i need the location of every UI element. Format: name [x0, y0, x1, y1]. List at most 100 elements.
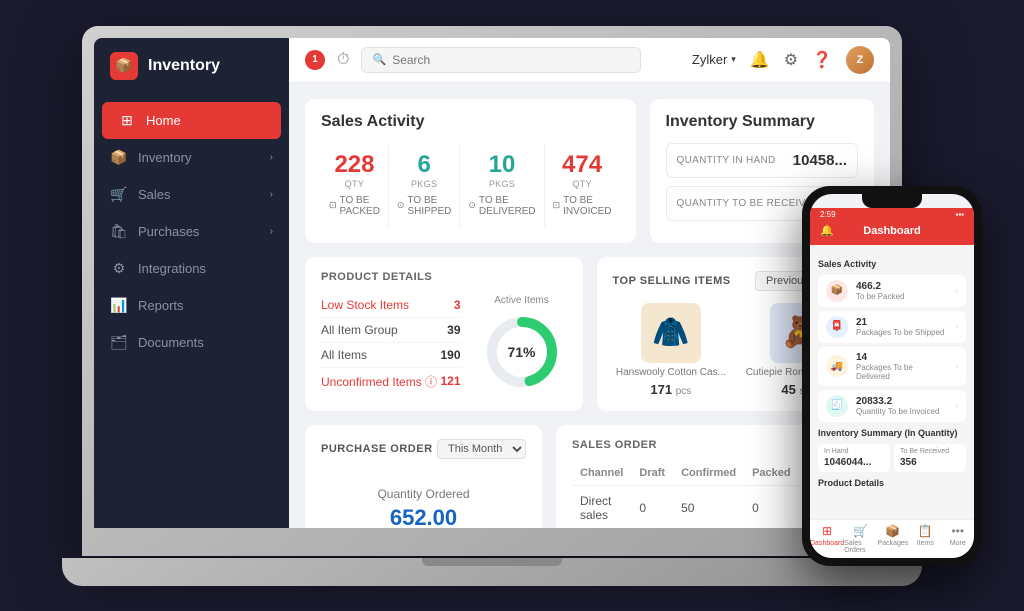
- sidebar-item-home[interactable]: ⊞ Home: [102, 102, 281, 139]
- phone-stat-packed: 📦 466.2 To be Packed ›: [818, 275, 966, 307]
- phone-deliver-icon: 🚚: [826, 355, 848, 377]
- notification-icon[interactable]: 🔔: [750, 50, 770, 70]
- sidebar-item-label: Documents: [138, 335, 204, 350]
- history-icon[interactable]: ⏱: [337, 51, 349, 69]
- so-packed: 0: [744, 485, 799, 528]
- phone-time: 2:59: [820, 210, 836, 219]
- stat-unit-delivered: Pkgs: [489, 179, 515, 189]
- settings-icon[interactable]: ⚙: [784, 50, 798, 70]
- phone-stat-text-invoiced: 20833.2 Quantity To be Invoiced: [856, 396, 947, 416]
- chevron-right-icon: ›: [270, 189, 273, 200]
- phone-inv-row: In Hand 1046044... To Be Received 356: [818, 444, 966, 472]
- donut-percent: 71%: [507, 344, 535, 360]
- po-qty-value: 652.00: [390, 505, 457, 528]
- phone-inv-receive-box: To Be Received 356: [894, 444, 966, 472]
- product-row-unconfirmed: Unconfirmed Items ⓘ 121: [321, 368, 461, 395]
- search-bar[interactable]: 🔍: [361, 47, 641, 73]
- alert-badge[interactable]: 1: [305, 50, 325, 70]
- app-title: Inventory: [148, 57, 220, 75]
- phone-stat-invoiced: 🧾 20833.2 Quantity To be Invoiced ›: [818, 390, 966, 422]
- sidebar: 📦 Inventory ⊞ Home 📦 Inventory ›: [94, 38, 289, 528]
- product-details-card: PRODUCT DETAILS Low Stock Items 3 A: [305, 257, 583, 411]
- stat-desc-packed: ⊡ TO BE PACKED: [329, 195, 380, 217]
- so-confirmed: 50: [673, 485, 744, 528]
- inventory-icon: 📦: [110, 149, 128, 166]
- phone-inv-summary-label: Inventory Summary (In Quantity): [818, 428, 966, 438]
- phone-signal-icons: ▪▪▪: [955, 210, 964, 219]
- purchases-icon: 🛍: [110, 223, 128, 240]
- sales-activity-title: Sales Activity: [321, 113, 620, 131]
- avatar[interactable]: Z: [846, 46, 874, 74]
- documents-icon: 🗂: [110, 334, 128, 351]
- phone-invoice-icon: 🧾: [826, 395, 848, 417]
- sidebar-item-inventory[interactable]: 📦 Inventory ›: [94, 139, 289, 176]
- phone-more-icon: •••: [951, 524, 964, 538]
- phone-stat-shipped: 📮 21 Packages To be Shipped ›: [818, 311, 966, 343]
- stat-shipped: 6 Pkgs ⊙ TO BE SHIPPED: [389, 143, 460, 227]
- so-col-confirmed: Confirmed: [673, 461, 744, 486]
- so-col-draft: Draft: [631, 461, 673, 486]
- stat-desc-delivered: ⊙ TO BE DELIVERED: [468, 195, 535, 217]
- product-table: Low Stock Items 3 All Item Group 39: [321, 293, 461, 395]
- phone-dashboard-title: Dashboard: [863, 225, 920, 237]
- chevron-right-icon: ›: [270, 226, 273, 237]
- sidebar-item-purchases[interactable]: 🛍 Purchases ›: [94, 213, 289, 250]
- topbar-right: Zylker ▾ 🔔 ⚙ ❓ Z: [692, 46, 874, 74]
- inventory-summary-title: Inventory Summary: [666, 113, 859, 131]
- product-row-allitems: All Items 190: [321, 343, 461, 368]
- phone-stat-delivered: 🚚 14 Packages To be Delivered ›: [818, 347, 966, 386]
- home-icon: ⊞: [118, 112, 136, 129]
- purchase-order-card: PURCHASE ORDER This Month Quantity Order…: [305, 425, 542, 528]
- chevron-down-icon: ▾: [731, 54, 736, 65]
- phone-sales-activity-label: Sales Activity: [818, 259, 966, 269]
- activity-stats: 228 Qty ⊡ TO BE PACKED 6: [321, 143, 620, 227]
- top-selling-title: TOP SELLING ITEMS: [613, 275, 731, 287]
- sidebar-item-integrations[interactable]: ⚙ Integrations: [94, 250, 289, 287]
- inv-row-hand: QUANTITY IN HAND 10458...: [666, 143, 859, 178]
- phone-outer: 2:59 ▪▪▪ 🔔 Dashboard Sales Activity 📦 46…: [802, 186, 982, 566]
- sidebar-item-label: Purchases: [138, 224, 199, 239]
- phone-device: 2:59 ▪▪▪ 🔔 Dashboard Sales Activity 📦 46…: [802, 186, 982, 566]
- phone-bell-icon: 🔔: [820, 224, 834, 237]
- stat-number-packed: 228: [334, 153, 374, 177]
- product-details-title: PRODUCT DETAILS: [321, 271, 567, 283]
- phone-tab-more[interactable]: ••• More: [942, 524, 974, 554]
- sidebar-item-sales[interactable]: 🛒 Sales ›: [94, 176, 289, 213]
- sales-activity-card: Sales Activity 228 Qty ⊡ TO BE PACKED: [305, 99, 636, 243]
- topbar: 1 ⏱ 🔍 Zylker ▾ 🔔: [289, 38, 890, 83]
- inv-hand-label: QUANTITY IN HAND: [677, 155, 776, 166]
- stat-desc-shipped: ⊙ TO BE SHIPPED: [397, 195, 451, 217]
- phone-tab-dashboard[interactable]: ⊞ Dashboard: [810, 524, 844, 554]
- reports-icon: 📊: [110, 297, 128, 314]
- integrations-icon: ⚙: [110, 260, 128, 277]
- phone-tab-items[interactable]: 📋 Items: [909, 524, 941, 554]
- product-row-lowstock: Low Stock Items 3: [321, 293, 461, 318]
- phone-stat-text-shipped: 21 Packages To be Shipped: [856, 317, 947, 337]
- search-input[interactable]: [392, 53, 630, 67]
- sidebar-item-documents[interactable]: 🗂 Documents: [94, 324, 289, 361]
- ship-icon: ⊙: [397, 200, 405, 211]
- po-title: PURCHASE ORDER: [321, 443, 433, 455]
- sidebar-item-label: Reports: [138, 298, 184, 313]
- search-icon: 🔍: [372, 53, 386, 66]
- laptop-base: [62, 558, 922, 586]
- product-img-1: 🧥: [641, 303, 701, 363]
- po-body: Quantity Ordered 652.00: [321, 471, 526, 528]
- help-icon[interactable]: ❓: [812, 50, 832, 70]
- user-menu[interactable]: Zylker ▾: [692, 52, 736, 67]
- phone-tab-packages[interactable]: 📦 Packages: [877, 524, 909, 554]
- app-logo-icon: 📦: [110, 52, 138, 80]
- product-name-1: Hanswooly Cotton Cas...: [616, 367, 726, 379]
- chevron-right-icon: ›: [955, 322, 958, 331]
- product-row-itemgroup: All Item Group 39: [321, 318, 461, 343]
- sidebar-item-reports[interactable]: 📊 Reports: [94, 287, 289, 324]
- phone-screen: 2:59 ▪▪▪ 🔔 Dashboard Sales Activity 📦 46…: [810, 194, 974, 558]
- stat-number-shipped: 6: [417, 153, 430, 177]
- invoice-icon: ⊡: [553, 200, 561, 211]
- phone-notch: [862, 194, 922, 208]
- month-filter-select[interactable]: This Month: [437, 439, 526, 459]
- phone-tab-sales-orders[interactable]: 🛒 Sales Orders: [844, 524, 876, 554]
- po-qty-label: Quantity Ordered: [377, 487, 469, 501]
- stat-desc-invoiced: ⊡ TO BE INVOICED: [553, 195, 612, 217]
- stat-number-delivered: 10: [489, 153, 516, 177]
